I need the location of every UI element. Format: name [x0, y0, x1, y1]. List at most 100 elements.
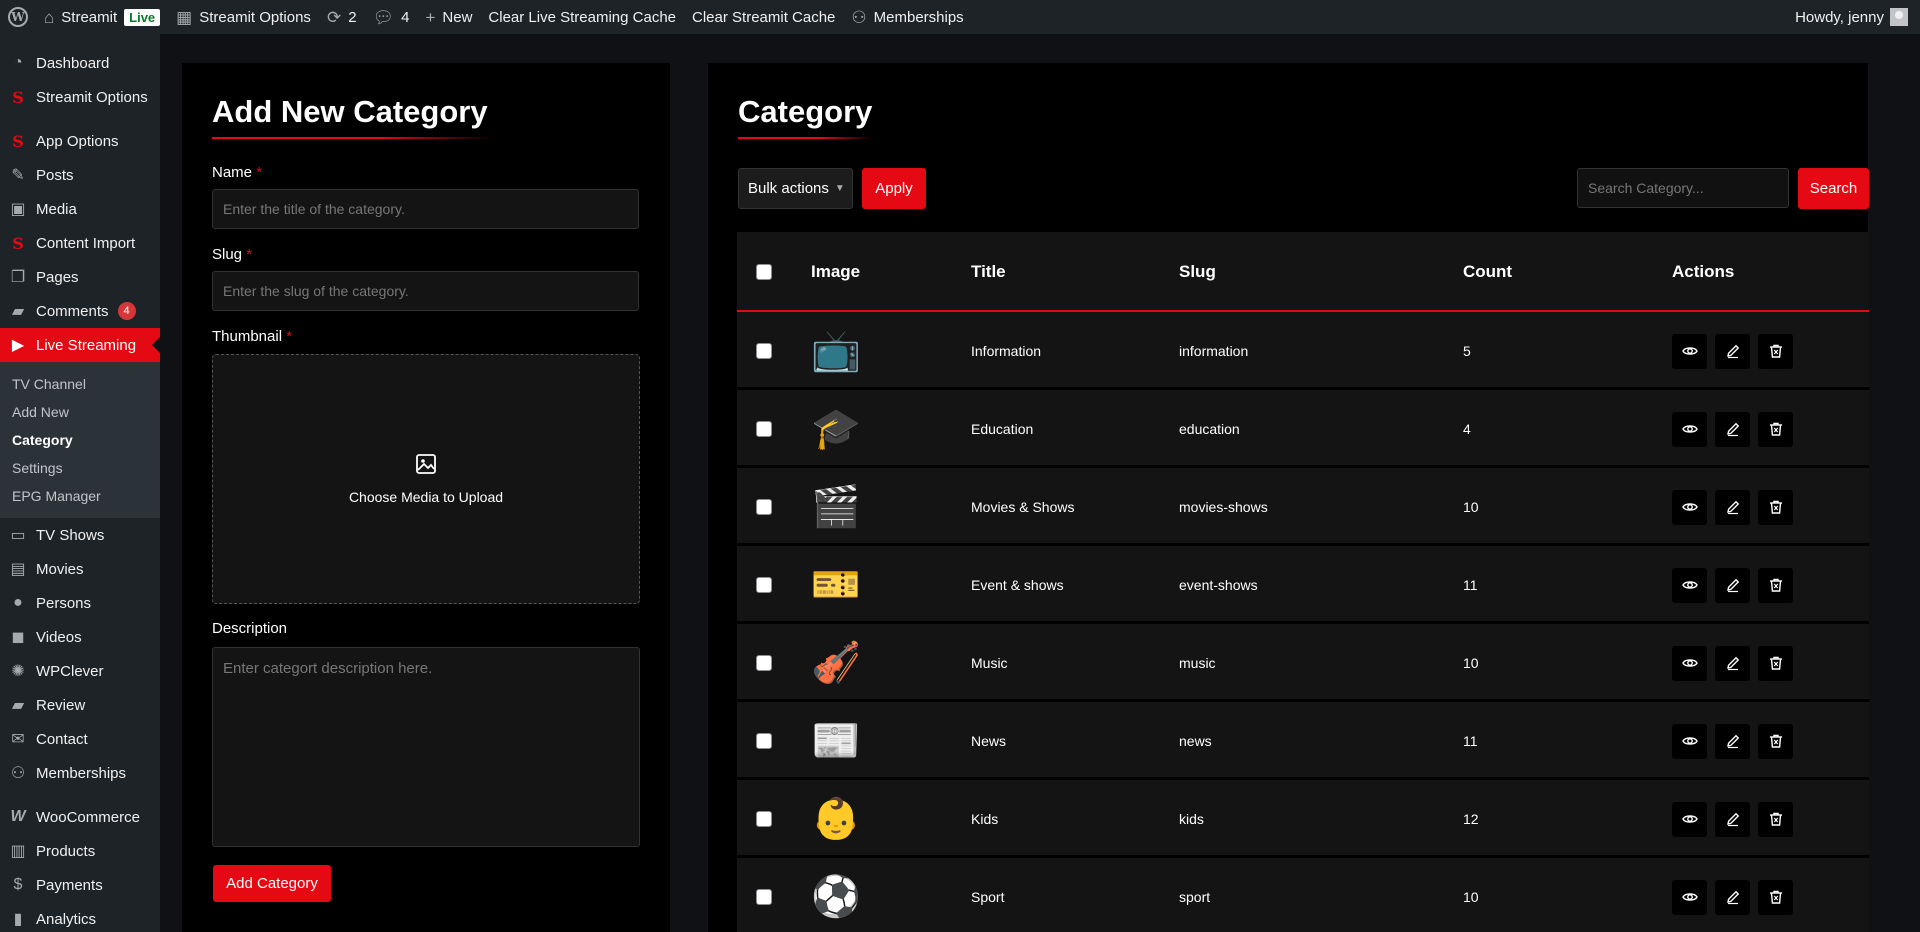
sidebar-item-wpclever[interactable]: ✺ WPClever — [0, 654, 160, 688]
slug-label-text: Slug — [212, 246, 243, 263]
delete-button[interactable] — [1758, 879, 1793, 915]
comments-count: 4 — [401, 8, 410, 26]
row-checkbox[interactable] — [756, 577, 772, 593]
sidebar-item-dashboard[interactable]: ◔ Dashboard — [0, 46, 160, 80]
submenu-tv-channel[interactable]: TV Channel — [0, 370, 160, 398]
streamit-options-menu[interactable]: ▦ Streamit Options — [168, 0, 319, 34]
sidebar-item-comments[interactable]: ▰ Comments 4 — [0, 294, 160, 328]
row-checkbox[interactable] — [756, 733, 772, 749]
delete-button[interactable] — [1758, 411, 1793, 447]
comments-menu[interactable]: 💬︎ 4 — [365, 0, 418, 34]
sidebar-item-label: TV Shows — [36, 526, 105, 544]
chevron-down-icon: ▼ — [834, 183, 845, 194]
column-title[interactable]: Title — [971, 232, 1006, 312]
view-button[interactable] — [1672, 411, 1707, 447]
sidebar-item-live-streaming[interactable]: ▶ Live Streaming — [0, 328, 160, 362]
row-image-cell: 📺 — [811, 312, 861, 390]
sidebar-item-posts[interactable]: ✎ Posts — [0, 158, 160, 192]
view-button[interactable] — [1672, 879, 1707, 915]
account-menu[interactable]: Howdy, jenny — [1795, 8, 1920, 26]
sidebar-item-woocommerce[interactable]: W WooCommerce — [0, 800, 160, 834]
edit-button[interactable] — [1715, 723, 1750, 759]
edit-button[interactable] — [1715, 489, 1750, 525]
search-category-input[interactable]: Search Category... — [1577, 168, 1789, 208]
row-checkbox-cell — [756, 546, 772, 624]
row-checkbox[interactable] — [756, 889, 772, 905]
select-all-checkbox[interactable] — [756, 264, 772, 280]
sidebar-item-pages[interactable]: ❐ Pages — [0, 260, 160, 294]
delete-button[interactable] — [1758, 567, 1793, 603]
delete-button[interactable] — [1758, 333, 1793, 369]
sidebar-item-content-import[interactable]: S Content Import — [0, 226, 160, 260]
delete-button[interactable] — [1758, 645, 1793, 681]
required-mark: * — [246, 246, 253, 263]
clear-live-cache-button[interactable]: Clear Live Streaming Cache — [480, 0, 684, 34]
edit-button[interactable] — [1715, 879, 1750, 915]
delete-button[interactable] — [1758, 723, 1793, 759]
sidebar-item-analytics[interactable]: ▮ Analytics — [0, 902, 160, 932]
row-checkbox[interactable] — [756, 655, 772, 671]
delete-button[interactable] — [1758, 801, 1793, 837]
submenu-settings[interactable]: Settings — [0, 454, 160, 482]
avatar — [1890, 8, 1908, 26]
slug-input[interactable]: Enter the slug of the category. — [212, 271, 639, 311]
delete-button[interactable] — [1758, 489, 1793, 525]
row-actions — [1672, 858, 1793, 932]
add-category-button[interactable]: Add Category — [213, 865, 331, 902]
trash-icon — [1769, 734, 1782, 748]
clear-streamit-cache-button[interactable]: Clear Streamit Cache — [684, 0, 843, 34]
site-name-menu[interactable]: ⌂ Streamit Live — [36, 0, 168, 34]
row-checkbox[interactable] — [756, 499, 772, 515]
search-button[interactable]: Search — [1798, 168, 1869, 209]
sidebar-item-movies[interactable]: ▤ Movies — [0, 552, 160, 586]
column-image[interactable]: Image — [811, 232, 860, 312]
row-checkbox[interactable] — [756, 343, 772, 359]
view-button[interactable] — [1672, 333, 1707, 369]
view-button[interactable] — [1672, 645, 1707, 681]
sidebar-item-persons[interactable]: ● Persons — [0, 586, 160, 620]
view-button[interactable] — [1672, 801, 1707, 837]
view-button[interactable] — [1672, 489, 1707, 525]
sidebar-item-payments[interactable]: $ Payments — [0, 868, 160, 902]
description-textarea[interactable]: Enter categort description here. — [212, 647, 640, 847]
column-count[interactable]: Count — [1463, 232, 1512, 312]
row-actions — [1672, 624, 1793, 702]
memberships-menu[interactable]: ⚇ Memberships — [843, 0, 971, 34]
sidebar-item-tv-shows[interactable]: ▭ TV Shows — [0, 518, 160, 552]
sidebar-item-memberships[interactable]: ⚇ Memberships — [0, 756, 160, 790]
table-row: 🎫 Event & shows event-shows 11 — [737, 546, 1869, 624]
edit-button[interactable] — [1715, 567, 1750, 603]
submenu-epg-manager[interactable]: EPG Manager — [0, 482, 160, 510]
row-checkbox-cell — [756, 390, 772, 468]
submenu-category[interactable]: Category — [0, 426, 160, 454]
view-button[interactable] — [1672, 723, 1707, 759]
row-checkbox[interactable] — [756, 811, 772, 827]
edit-button[interactable] — [1715, 411, 1750, 447]
view-button[interactable] — [1672, 567, 1707, 603]
sidebar-item-label: Pages — [36, 268, 79, 286]
sidebar-item-app-options[interactable]: S App Options — [0, 124, 160, 158]
edit-button[interactable] — [1715, 801, 1750, 837]
submenu-add-new[interactable]: Add New — [0, 398, 160, 426]
name-input[interactable]: Enter the title of the category. — [212, 189, 639, 229]
sidebar-item-products[interactable]: ▥ Products — [0, 834, 160, 868]
column-slug[interactable]: Slug — [1179, 232, 1216, 312]
sidebar-item-review[interactable]: ▰ Review — [0, 688, 160, 722]
new-content-menu[interactable]: + New — [417, 0, 480, 34]
sidebar-item-media[interactable]: ▣ Media — [0, 192, 160, 226]
sidebar-item-streamit-options[interactable]: S Streamit Options — [0, 80, 160, 114]
bulk-actions-select[interactable]: Bulk actions ▼ — [738, 168, 853, 209]
streamit-icon: S — [12, 87, 24, 107]
row-checkbox[interactable] — [756, 421, 772, 437]
sidebar-item-videos[interactable]: ◼ Videos — [0, 620, 160, 654]
pencil-icon — [1726, 656, 1739, 671]
sidebar-item-contact[interactable]: ✉ Contact — [0, 722, 160, 756]
description-label: Description — [212, 620, 288, 637]
updates-menu[interactable]: ⟳ 2 — [319, 0, 365, 34]
edit-button[interactable] — [1715, 333, 1750, 369]
edit-button[interactable] — [1715, 645, 1750, 681]
apply-button[interactable]: Apply — [862, 168, 926, 209]
row-actions — [1672, 468, 1793, 546]
wp-logo-menu[interactable]: W — [0, 0, 36, 34]
thumbnail-upload-area[interactable]: Choose Media to Upload — [212, 354, 640, 604]
